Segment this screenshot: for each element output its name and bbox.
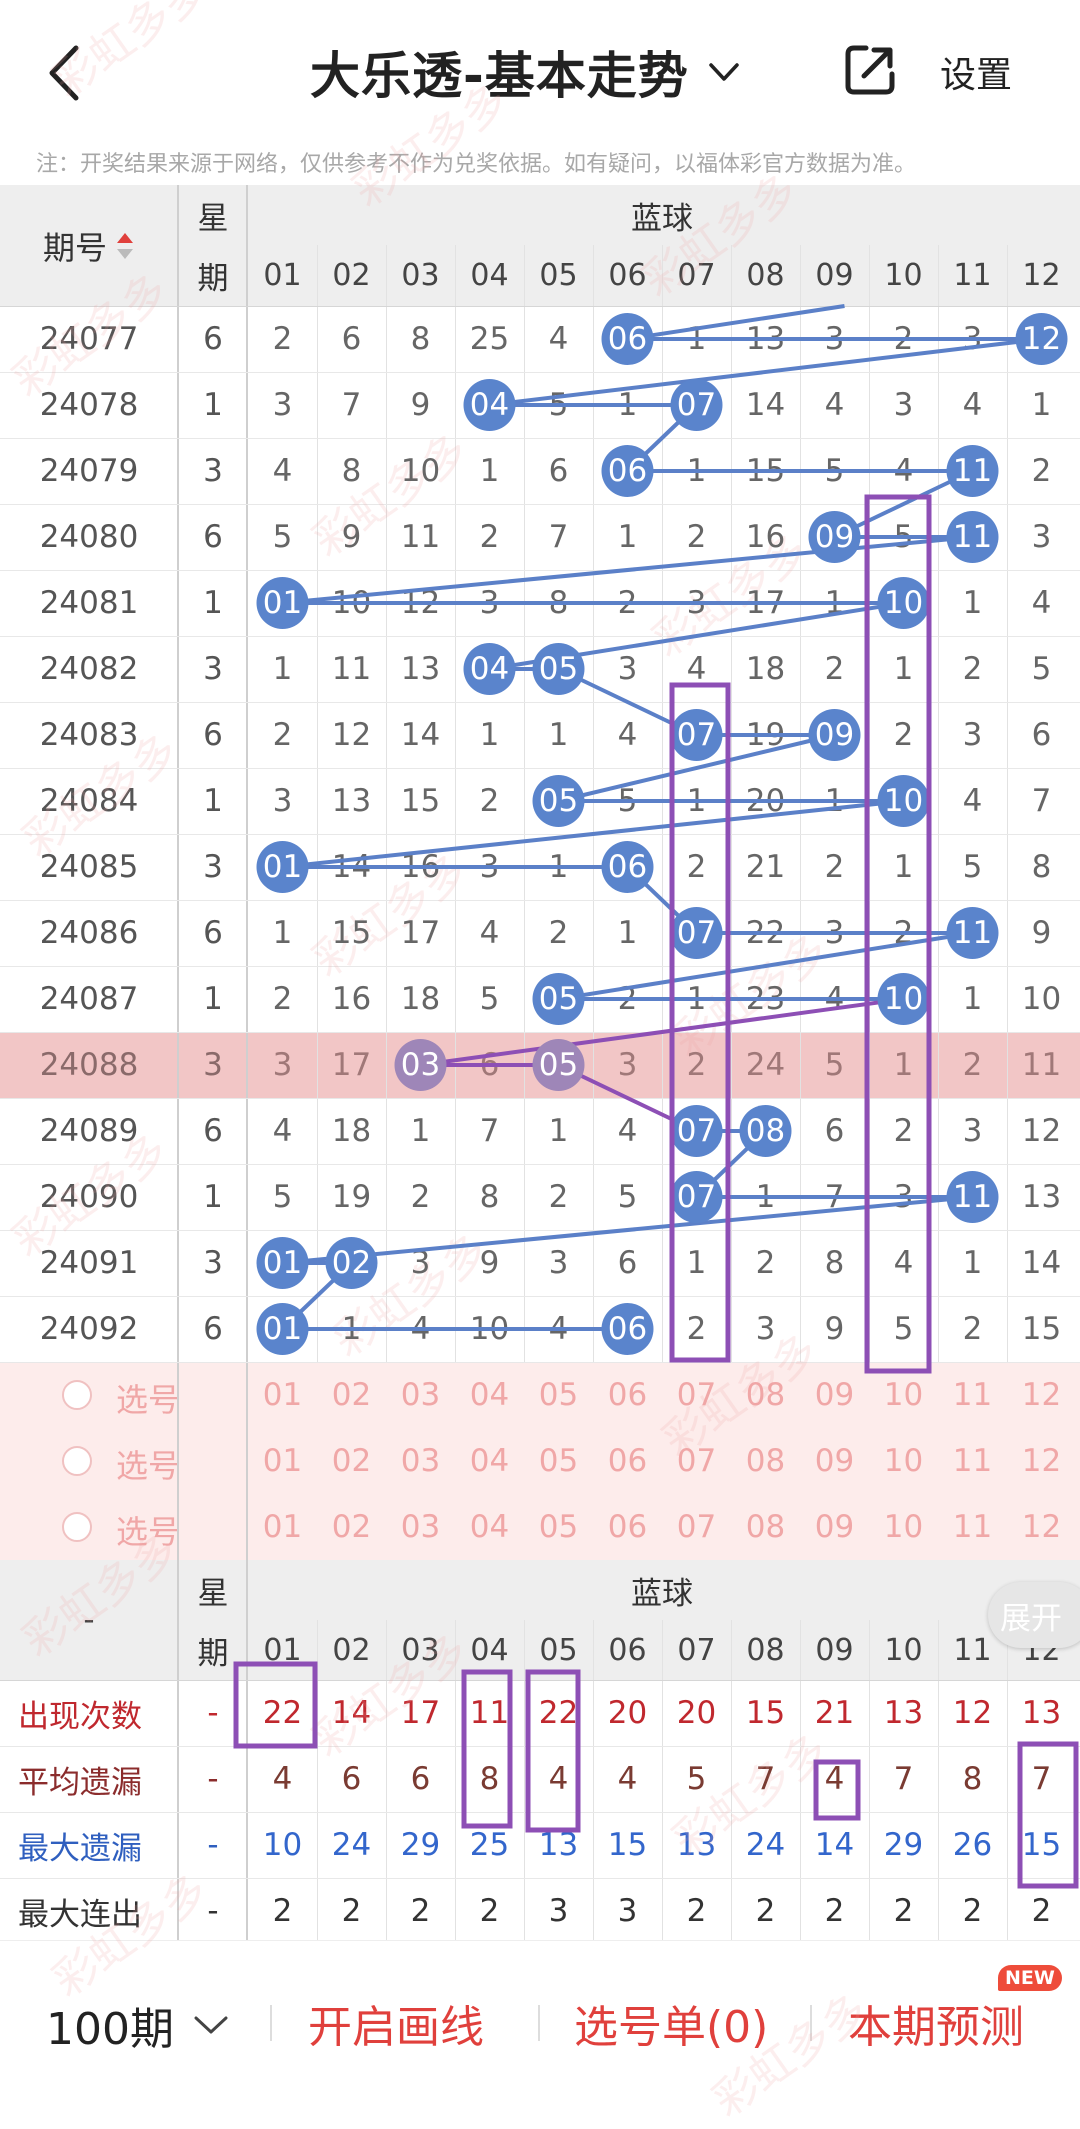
trend-line-segment [420,997,904,1067]
hit-ball-cell: 09 [814,717,855,753]
new-badge: NEW [998,1965,1062,1991]
hit-ball-cell: 07 [676,915,717,951]
hit-ball-cell: 01 [262,1311,303,1347]
annotation-box-count-01 [233,1661,318,1749]
hit-ball-cell: 06 [607,321,648,357]
hit-ball-cell: 10 [883,783,924,819]
hit-ball-cell: 10 [883,981,924,1017]
hit-ball-cell: 07 [676,717,717,753]
hit-ball-cell: 04 [469,651,510,687]
share-icon[interactable] [842,42,898,98]
divider [810,2005,812,2041]
period-value: 100期 [46,2004,174,2055]
title-dropdown[interactable]: 大乐透-基本走势 [310,36,743,108]
hit-ball-cell: 05 [538,783,579,819]
hit-ball-cell: 08 [745,1113,786,1149]
hit-ball-cell: 11 [952,519,993,555]
hit-ball-cell: 05 [538,981,579,1017]
hit-ball-cell: 07 [676,1113,717,1149]
app-header: 大乐透-基本走势 设置 [0,0,1080,140]
hit-ball-cell: 07 [676,1179,717,1215]
annotation-box-05 [525,1669,581,1833]
hit-ball-cell: 01 [262,849,303,885]
divider [270,2005,272,2041]
hit-ball-cell: 11 [952,453,993,489]
hit-ball-cell: 09 [814,519,855,555]
hit-ball-cell: 12 [1021,321,1062,357]
chevron-down-icon [709,63,739,81]
hit-ball-cell: 05 [538,651,579,687]
hit-ball-cell: 07 [676,387,717,423]
period-select[interactable]: 100期 [46,1993,230,2057]
hit-ball-cell: 01 [262,1245,303,1281]
annotation-box-12 [1017,1741,1079,1889]
hit-ball-cell: 11 [952,915,993,951]
divider [538,2005,540,2041]
hit-ball-cell: 10 [883,585,924,621]
back-arrow-icon[interactable] [40,38,90,108]
hit-ball-cell: 04 [469,387,510,423]
hit-ball-cell: 05 [538,1047,579,1083]
hit-ball-cell: 06 [607,1311,648,1347]
hit-ball-cell: 06 [607,849,648,885]
bottom-toolbar: 100期 开启画线 选号单(0) 本期预测 NEW [0,1940,1080,2092]
draw-line-button[interactable]: 开启画线 [308,1991,484,2055]
annotation-box-avg-09 [813,1759,861,1821]
chevron-down-icon [194,2016,228,2034]
hit-ball-cell: 11 [952,1179,993,1215]
annotation-box-04 [461,1669,513,1829]
trend-line-segment [489,337,1042,407]
hit-ball-cell: 06 [607,453,648,489]
hit-ball-cell: 03 [400,1047,441,1083]
disclaimer-notice: 注：开奖结果来源于网络，仅供参考不作为兑奖依据。如有疑问，以福体彩官方数据为准。 [36,152,917,177]
trend-chart: 期号星期蓝球 01 02 03 04 05 06 07 08 09 10 11 12 24077 6 2 6 8 2… [0,185,1080,1945]
selection-list-button[interactable]: 选号单(0) [574,1991,768,2055]
hit-ball-cell: 02 [331,1245,372,1281]
page-title: 大乐透-基本走势 [310,47,689,105]
predict-button[interactable]: 本期预测 [848,1991,1024,2055]
settings-button[interactable]: 设置 [940,46,1012,98]
hit-ball-cell: 01 [262,585,303,621]
